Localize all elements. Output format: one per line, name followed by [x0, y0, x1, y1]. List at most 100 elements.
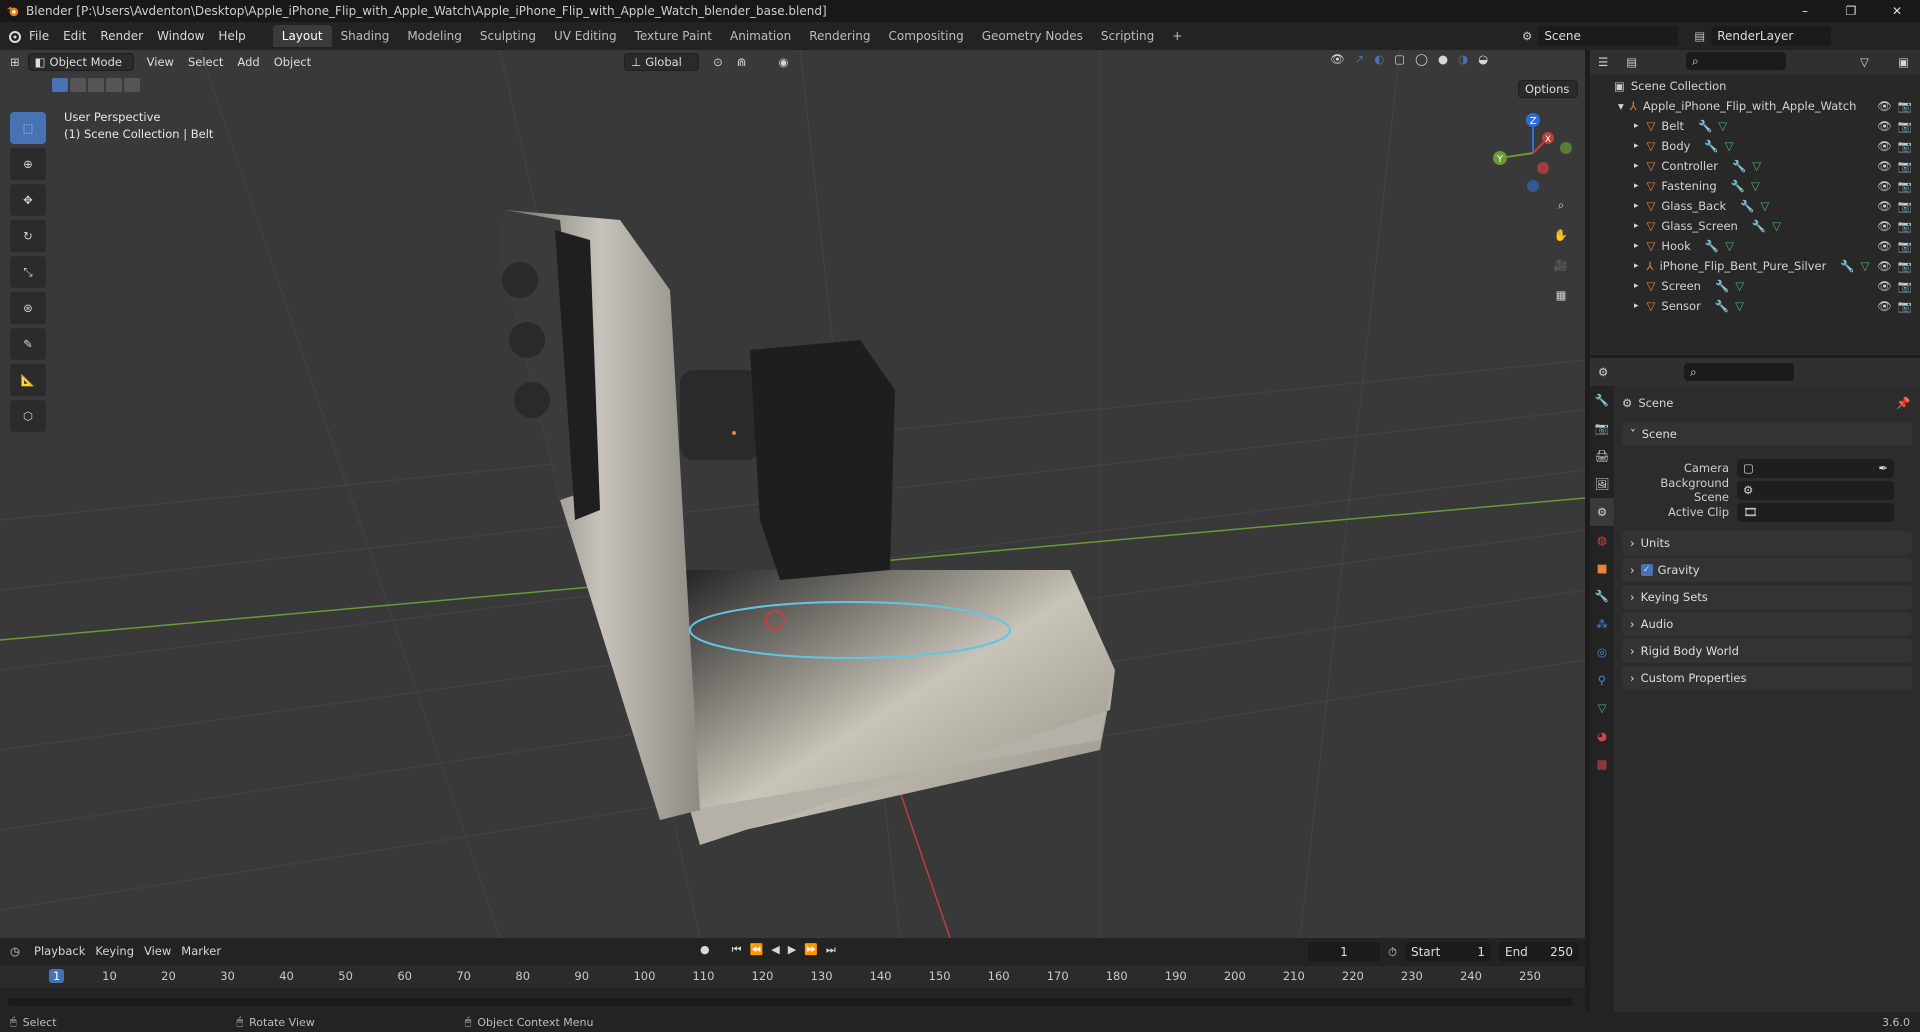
select-menu[interactable]: Select — [181, 55, 230, 69]
current-frame-field[interactable]: 1 — [1308, 942, 1380, 962]
select-invert-icon[interactable] — [106, 78, 122, 92]
modifier-icon[interactable]: 🔧 — [1740, 199, 1754, 213]
render-camera-icon[interactable]: 📷 — [1898, 259, 1912, 273]
custom-properties-panel[interactable]: › Custom Properties — [1622, 666, 1912, 690]
marker-menu[interactable]: Marker — [181, 944, 221, 958]
jump-start-icon[interactable]: ⏮ — [732, 943, 742, 957]
display-mode-icon[interactable]: ▤ — [1626, 55, 1637, 69]
expand-arrow-icon[interactable]: ▸ — [1634, 201, 1639, 211]
expand-arrow-icon[interactable]: ▸ — [1634, 121, 1639, 131]
render-layer-selector[interactable]: RenderLayer — [1711, 26, 1832, 46]
properties-search-input[interactable]: ⌕ — [1684, 363, 1794, 381]
pivot-icon[interactable]: ⊙ — [713, 55, 723, 69]
tab-texture-paint[interactable]: Texture Paint — [626, 25, 721, 47]
filter-icon[interactable]: ▽ — [1860, 55, 1869, 69]
view-menu[interactable]: View — [140, 55, 181, 69]
render-camera-icon[interactable]: 📷 — [1898, 199, 1912, 213]
camera-field[interactable]: ▢ ✒ — [1737, 458, 1894, 478]
add-cube-tool[interactable]: ⬡ — [10, 400, 46, 432]
prev-keyframe-icon[interactable]: ⏪ — [750, 943, 764, 957]
timeline-view-menu[interactable]: View — [144, 944, 171, 958]
blender-menu-icon[interactable] — [6, 28, 22, 44]
menu-help[interactable]: Help — [211, 29, 252, 43]
outliner-item[interactable]: ▸ ▽ Hook 🔧 ▽ 👁 📷 — [1590, 236, 1920, 256]
eye-icon[interactable]: 👁 — [1877, 259, 1892, 273]
jump-end-icon[interactable]: ⏭ — [826, 943, 836, 957]
eye-icon[interactable]: 👁 — [1877, 199, 1892, 213]
snap-icon[interactable]: ⋒ — [737, 55, 747, 69]
zoom-icon[interactable]: ⌕ — [1548, 192, 1574, 218]
modifier-icon[interactable]: 🔧 — [1752, 219, 1766, 233]
menu-render[interactable]: Render — [93, 29, 150, 43]
modifier-icon[interactable]: 🔧 — [1715, 279, 1729, 293]
eye-icon[interactable]: 👁 — [1877, 239, 1892, 253]
modifier-icon[interactable]: 🔧 — [1704, 139, 1718, 153]
expand-arrow-icon[interactable]: ▸ — [1634, 161, 1639, 171]
wireframe-shading-icon[interactable]: ◯ — [1415, 52, 1428, 66]
menu-file[interactable]: File — [22, 29, 56, 43]
tab-sculpting[interactable]: Sculpting — [471, 25, 545, 47]
render-camera-icon[interactable]: 📷 — [1898, 219, 1912, 233]
stopwatch-icon[interactable]: ⏱ — [1388, 945, 1397, 960]
playback-menu[interactable]: Playback — [34, 944, 85, 958]
mesh-data-icon[interactable]: ▽ — [1772, 219, 1781, 233]
close-button[interactable]: ✕ — [1874, 0, 1920, 22]
modifier-icon[interactable]: 🔧 — [1731, 179, 1745, 193]
data-tab-icon[interactable]: ▽ — [1590, 694, 1614, 722]
mesh-data-icon[interactable]: ▽ — [1735, 299, 1744, 313]
tab-rendering[interactable]: Rendering — [800, 25, 879, 47]
timeline-editor-icon[interactable]: ◷ — [10, 944, 20, 958]
mesh-data-icon[interactable]: ▽ — [1861, 259, 1870, 273]
render-camera-icon[interactable]: 📷 — [1898, 99, 1912, 113]
properties-editor-icon[interactable]: ⚙ — [1598, 365, 1608, 379]
mesh-data-icon[interactable]: ▽ — [1718, 119, 1727, 133]
select-subtract-icon[interactable] — [88, 78, 104, 92]
pan-hand-icon[interactable]: ✋ — [1548, 222, 1574, 248]
render-camera-icon[interactable]: 📷 — [1898, 299, 1912, 313]
outliner-editor-icon[interactable]: ☰ — [1598, 55, 1608, 69]
outliner-item[interactable]: ▸ ▽ Screen 🔧 ▽ 👁 📷 — [1590, 276, 1920, 296]
current-frame-marker[interactable]: 1 — [49, 969, 65, 983]
rendered-shading-icon[interactable]: ◒ — [1478, 52, 1488, 66]
expand-arrow-icon[interactable]: ▸ — [1634, 301, 1639, 311]
outliner-scene-collection[interactable]: ▣ Scene Collection — [1590, 76, 1920, 96]
expand-arrow-icon[interactable]: ▸ — [1634, 241, 1639, 251]
select-box-tool[interactable]: ⬚ — [10, 112, 46, 144]
modifier-icon[interactable]: 🔧 — [1705, 239, 1719, 253]
tab-compositing[interactable]: Compositing — [879, 25, 972, 47]
texture-tab-icon[interactable]: ▩ — [1590, 750, 1614, 778]
measure-tool[interactable]: 📐 — [10, 364, 46, 396]
tool-tab-icon[interactable]: 🔧 — [1590, 386, 1614, 414]
camera-view-icon[interactable]: 🎥 — [1548, 252, 1574, 278]
mesh-data-icon[interactable]: ▽ — [1761, 199, 1770, 213]
editor-type-icon[interactable]: ⊞ — [10, 55, 20, 69]
audio-panel[interactable]: › Audio — [1622, 612, 1912, 636]
units-panel[interactable]: › Units — [1622, 531, 1912, 555]
cursor-tool[interactable]: ⊕ — [10, 148, 46, 180]
material-shading-icon[interactable]: ◑ — [1458, 52, 1468, 66]
annotate-tool[interactable]: ✎ — [10, 328, 46, 360]
start-frame-field[interactable]: Start 1 — [1404, 942, 1491, 962]
ortho-grid-icon[interactable]: ▦ — [1548, 282, 1574, 308]
eye-icon[interactable]: 👁 — [1877, 139, 1892, 153]
outliner-search-input[interactable]: ⌕ — [1686, 52, 1786, 70]
modifier-icon[interactable]: 🔧 — [1715, 299, 1729, 313]
rotate-tool[interactable]: ↻ — [10, 220, 46, 252]
render-layer-icon[interactable]: ▤ — [1694, 29, 1705, 43]
keying-menu[interactable]: Keying — [95, 944, 134, 958]
rigid-body-world-panel[interactable]: › Rigid Body World — [1622, 639, 1912, 663]
eye-icon[interactable]: 👁 — [1877, 219, 1892, 233]
expand-arrow-icon[interactable]: ▸ — [1634, 141, 1639, 151]
transform-tool[interactable]: ⊛ — [10, 292, 46, 324]
add-menu[interactable]: Add — [230, 55, 266, 69]
minimize-button[interactable]: – — [1782, 0, 1828, 22]
tab-modeling[interactable]: Modeling — [398, 25, 471, 47]
navigation-gizmo[interactable]: Z Y X — [1488, 108, 1578, 198]
move-tool[interactable]: ✥ — [10, 184, 46, 216]
select-new-icon[interactable] — [52, 78, 68, 92]
render-camera-icon[interactable]: 📷 — [1898, 179, 1912, 193]
render-camera-icon[interactable]: 📷 — [1898, 119, 1912, 133]
outliner-item[interactable]: ▸ ▽ Glass_Screen 🔧 ▽ 👁 📷 — [1590, 216, 1920, 236]
mesh-data-icon[interactable]: ▽ — [1725, 239, 1734, 253]
gravity-panel[interactable]: › ✓ Gravity — [1622, 558, 1912, 582]
